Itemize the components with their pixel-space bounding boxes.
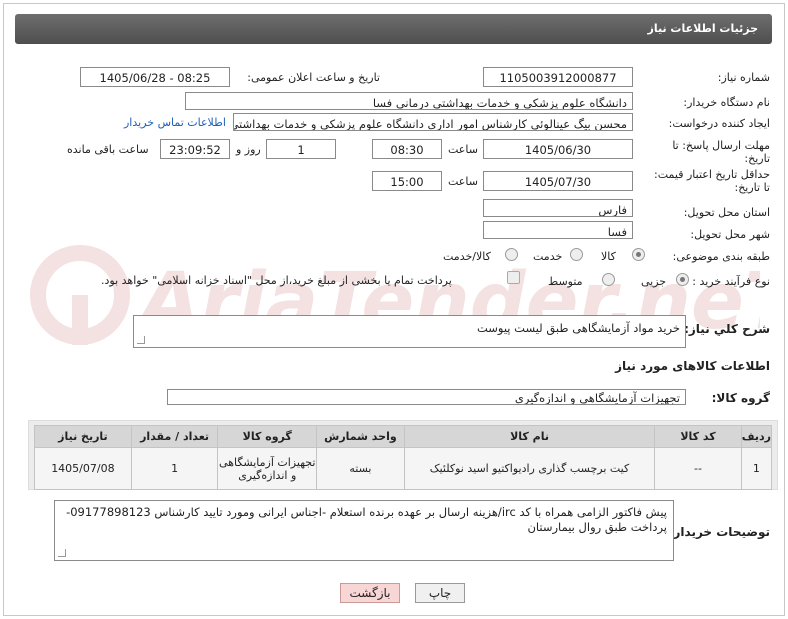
category-radio-goods[interactable]	[632, 248, 645, 261]
col-header-group: گروه کالا	[217, 425, 318, 448]
back-button[interactable]: بازگشت	[340, 583, 400, 603]
page-header: جزئیات اطلاعات نیاز	[15, 14, 772, 44]
process-radio-minor[interactable]	[676, 273, 689, 286]
description-text: خرید مواد آزمایشگاهی طبق لیست پیوست	[476, 321, 680, 335]
announce-label: تاریخ و ساعت اعلان عمومی:	[247, 71, 380, 84]
need-number-label: شماره نیاز:	[717, 71, 770, 84]
buyer-org-label: نام دستگاه خریدار:	[683, 96, 770, 109]
process-label: نوع فرآیند خرید :	[692, 275, 770, 288]
deadline-time-field[interactable]: 08:30	[372, 139, 442, 159]
province-field[interactable]: فارس	[483, 199, 633, 217]
page-title: جزئیات اطلاعات نیاز	[647, 22, 759, 35]
items-table-header: ردیف کد کالا نام کالا واحد شمارش گروه کا…	[34, 425, 773, 448]
process-radio-medium[interactable]	[602, 273, 615, 286]
deadline-label-1: مهلت ارسال پاسخ: تا	[672, 139, 770, 152]
col-header-unit: واحد شمارش	[316, 425, 405, 448]
remaining-time-field[interactable]: 23:09:52	[160, 139, 230, 159]
process-option-minor: جزیی	[641, 275, 667, 288]
price-validity-date-field[interactable]: 1405/07/30	[483, 171, 633, 191]
goods-group-field[interactable]: تجهیزات آزمایشگاهی و اندازه‌گیری	[167, 389, 686, 405]
category-radio-goods-service[interactable]	[505, 248, 518, 261]
need-number-field[interactable]: 1105003912000877	[483, 67, 633, 87]
contact-info-link[interactable]: اطلاعات تماس خریدار	[124, 116, 226, 129]
buyer-notes-field[interactable]: پیش فاکتور الزامی همراه با کد irc/هزینه …	[54, 500, 674, 561]
price-validity-time-label: ساعت	[448, 175, 478, 188]
announce-field[interactable]: 1405/06/28 - 08:25	[80, 67, 230, 87]
buyer-org-field[interactable]: دانشگاه علوم پزشکی و خدمات بهداشتی درمان…	[185, 92, 633, 110]
category-option-service: خدمت	[533, 250, 563, 263]
process-option-medium: متوسط	[548, 275, 583, 288]
cell-row: 1	[740, 447, 773, 490]
cell-unit: بسته	[316, 447, 405, 490]
remaining-label: ساعت باقی مانده	[67, 143, 149, 156]
category-radio-service[interactable]	[570, 248, 583, 261]
table-row[interactable]: 1 -- کیت برچسب گذاری رادیواکتیو اسید نوک…	[34, 447, 773, 490]
province-label: استان محل تحویل:	[683, 206, 770, 219]
col-header-row: ردیف	[740, 425, 773, 448]
price-validity-label-2: تا تاریخ:	[734, 181, 770, 194]
buyer-notes-label: توضیحات خریدار:	[668, 525, 770, 539]
deadline-date-field[interactable]: 1405/06/30	[483, 139, 633, 159]
price-validity-time-field[interactable]: 15:00	[372, 171, 442, 191]
cell-qty: 1	[130, 447, 219, 490]
cell-name: کیت برچسب گذاری رادیواکتیو اسید نوکلئیک	[403, 447, 656, 490]
col-header-date: تاریخ نیاز	[34, 425, 132, 448]
treasury-checkbox[interactable]	[507, 271, 520, 284]
price-validity-label-1: حداقل تاریخ اعتبار قیمت:	[654, 168, 770, 181]
category-option-goods: کالا	[601, 250, 616, 263]
col-header-qty: تعداد / مقدار	[130, 425, 219, 448]
goods-group-label: گروه کالا:	[711, 391, 770, 405]
treasury-text: پرداخت تمام یا بخشی از مبلغ خرید،از محل …	[101, 274, 452, 287]
deadline-label-2: تاریخ:	[744, 152, 770, 165]
resize-handle-icon[interactable]	[58, 549, 66, 557]
cell-group: تجهیزات آزمایشگاهی و اندازه‌گیری	[217, 447, 318, 490]
category-label: طبقه بندی موضوعی:	[672, 250, 770, 263]
deadline-time-label: ساعت	[448, 143, 478, 156]
buyer-notes-text: پیش فاکتور الزامی همراه با کد irc/هزینه …	[66, 505, 667, 534]
city-label: شهر محل تحویل:	[690, 228, 770, 241]
days-field[interactable]: 1	[266, 139, 336, 159]
print-button[interactable]: چاپ	[415, 583, 465, 603]
goods-info-title: اطلاعات کالاهای مورد نیاز	[615, 359, 770, 373]
items-table: ردیف کد کالا نام کالا واحد شمارش گروه کا…	[34, 425, 773, 490]
description-field[interactable]: خرید مواد آزمایشگاهی طبق لیست پیوست	[133, 315, 686, 348]
creator-label: ایجاد کننده درخواست:	[668, 117, 770, 130]
col-header-code: کد کالا	[654, 425, 742, 448]
days-label: روز و	[236, 143, 261, 156]
cell-date: 1405/07/08	[34, 447, 132, 490]
resize-handle-icon[interactable]	[137, 336, 145, 344]
description-label: شرح کلي نياز:	[684, 322, 770, 336]
creator-field[interactable]: محسن بیگ عینالوئی کارشناس امور اداری دان…	[233, 113, 633, 131]
cell-code: --	[654, 447, 742, 490]
city-field[interactable]: فسا	[483, 221, 633, 239]
col-header-name: نام کالا	[403, 425, 656, 448]
category-option-goods-service: کالا/خدمت	[443, 250, 491, 263]
